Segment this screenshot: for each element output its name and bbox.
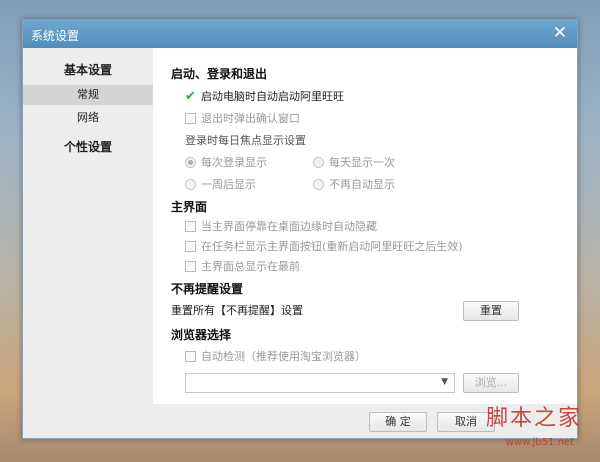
auto-hide-option[interactable]: 当主界面停靠在桌面边缘时自动隐藏 [185,218,377,234]
always-top-option[interactable]: 主界面总显示在最前 [185,258,300,274]
section-reminder-title: 不再提醒设置 [171,282,244,296]
auto-hide-label: 当主界面停靠在桌面边缘时自动隐藏 [201,220,377,233]
title-bar: 系统设置 ✕ [23,20,577,48]
radio-never-show-label: 不再自动显示 [329,178,395,191]
radio-after-week-label: 一周后显示 [201,178,256,191]
radio-after-week[interactable]: 一周后显示 [185,176,256,192]
exit-confirm-checkbox[interactable] [185,112,196,124]
checkmark-icon[interactable]: ✔ [185,90,196,103]
reset-reminder-text: 重置所有【不再提醒】设置 [171,304,303,317]
always-top-label: 主界面总显示在最前 [201,260,300,273]
browse-button[interactable]: 浏览... [463,373,519,393]
auto-hide-checkbox[interactable] [185,220,196,232]
always-top-checkbox[interactable] [185,260,196,272]
radio-once-daily-dot[interactable] [313,156,324,168]
section-browser-title: 浏览器选择 [171,328,232,342]
taskbar-option[interactable]: 在任务栏显示主界面按钮(重新启动阿里旺旺之后生效) [185,238,463,254]
watermark-logo: 脚本之家 [485,406,582,431]
watermark-url: www.jb51.net [505,437,574,448]
exit-confirm-option[interactable]: 退出时弹出确认窗口 [185,110,300,126]
nav-group-personal[interactable]: 个性设置 [23,138,153,155]
dropdown-arrow-icon[interactable]: ▼ [441,377,448,387]
focus-display-label: 登录时每日焦点显示设置 [185,134,306,147]
auto-detect-checkbox[interactable] [185,350,196,362]
radio-once-daily[interactable]: 每天显示一次 [313,154,395,170]
auto-start-option[interactable]: ✔ 启动电脑时自动启动阿里旺旺 [185,88,344,104]
settings-content: 启动、登录和退出 ✔ 启动电脑时自动启动阿里旺旺 退出时弹出确认窗口 登录时每日… [153,48,577,404]
radio-every-login-dot[interactable] [185,156,196,168]
section-startup-title: 启动、登录和退出 [171,67,268,81]
auto-start-label: 启动电脑时自动启动阿里旺旺 [201,90,344,103]
auto-detect-label: 自动检测（推荐使用淘宝浏览器） [201,350,366,363]
ok-button[interactable]: 确 定 [369,412,427,432]
browser-select[interactable]: ▼ [185,373,455,393]
close-icon[interactable]: ✕ [553,23,567,43]
radio-never-show-dot[interactable] [313,178,324,190]
taskbar-label: 在任务栏显示主界面按钮(重新启动阿里旺旺之后生效) [201,240,463,253]
nav-group-basic[interactable]: 基本设置 [23,61,153,78]
nav-item-general[interactable]: 常规 [23,85,153,105]
reset-button[interactable]: 重置 [463,301,519,321]
nav-item-network[interactable]: 网络 [23,108,153,128]
settings-dialog: 系统设置 ✕ 基本设置 常规 网络 个性设置 启动、登录和退出 ✔ 启动电脑时自… [22,19,578,439]
exit-confirm-label: 退出时弹出确认窗口 [201,112,300,125]
sidebar: 基本设置 常规 网络 个性设置 [23,48,153,438]
window-title: 系统设置 [31,29,80,43]
auto-detect-option[interactable]: 自动检测（推荐使用淘宝浏览器） [185,348,366,364]
taskbar-checkbox[interactable] [185,240,196,252]
radio-after-week-dot[interactable] [185,178,196,190]
radio-once-daily-label: 每天显示一次 [329,156,395,169]
section-main-ui-title: 主界面 [171,200,208,214]
radio-every-login[interactable]: 每次登录显示 [185,154,267,170]
radio-every-login-label: 每次登录显示 [201,156,267,169]
radio-never-show[interactable]: 不再自动显示 [313,176,395,192]
